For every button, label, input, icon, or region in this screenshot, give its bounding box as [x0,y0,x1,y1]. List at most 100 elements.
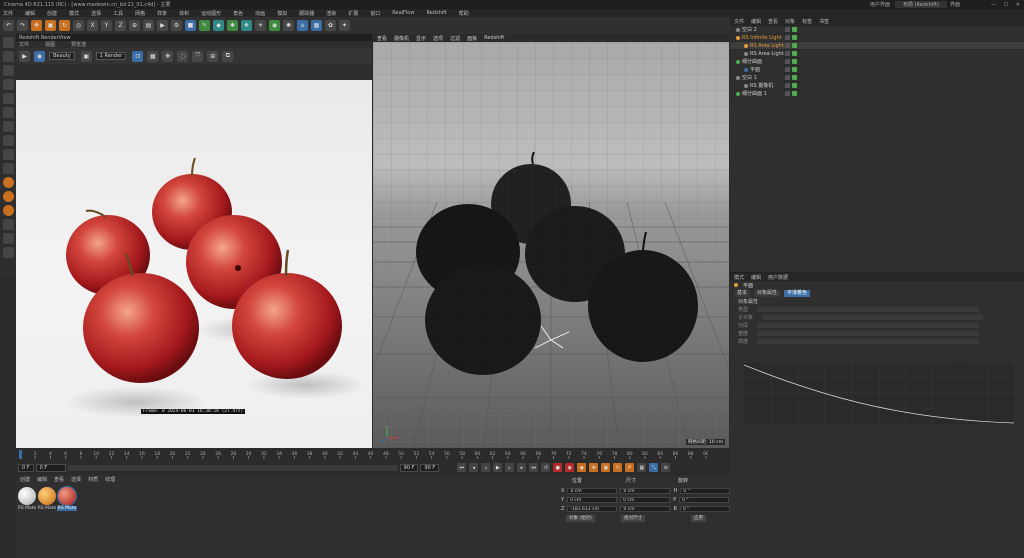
deformer-icon[interactable]: ❖ [241,20,252,31]
menu-spline[interactable]: 样条 [157,10,167,17]
environment-icon[interactable]: ☀ [255,20,266,31]
grid-icon[interactable] [2,247,14,258]
menu-window[interactable]: 窗口 [370,10,380,17]
check-icon[interactable] [792,43,797,48]
key-rotation-icon[interactable]: ↻ [613,463,623,472]
rotation-h-field[interactable]: 0 ° [680,487,731,494]
key-position-icon[interactable]: ✥ [589,463,599,472]
maximize-icon[interactable]: ☐ [1004,2,1008,8]
vp-menu-view[interactable]: 查看 [377,35,387,42]
live-select-icon[interactable]: ◎ [73,20,84,31]
redshift-r-icon[interactable] [2,191,14,202]
layout-select[interactable]: 布局 (Redshift) [895,1,947,8]
visibility-flags[interactable] [785,43,797,48]
timeline-ruler[interactable]: 0246810121416182022242628303234363840424… [18,450,708,459]
visibility-flags[interactable] [785,91,797,96]
object-row[interactable]: RS Area Light 1 [730,42,1024,50]
workplane-icon[interactable]: ▦ [311,20,322,31]
layer-flag-icon[interactable] [785,35,790,40]
scheme-icon[interactable]: ⤡ [649,463,659,472]
coord-system-icon[interactable]: ⊕ [129,20,140,31]
check-icon[interactable] [792,35,797,40]
falloff-curve-graph[interactable] [744,363,1014,425]
end-frame-field-2[interactable]: 90 F [420,463,440,472]
layer-flag-icon[interactable] [785,51,790,56]
keyframe-icon[interactable]: ◆ [577,463,587,472]
key-scale-icon[interactable]: ▣ [601,463,611,472]
object-row[interactable]: RS Infinite Light [730,34,1024,42]
visibility-flags[interactable] [785,35,797,40]
lock-icon[interactable]: ⊡ [132,50,144,62]
mat-menu-select[interactable]: 选择 [71,476,81,483]
check-icon[interactable] [792,75,797,80]
menu-realflow[interactable]: RealFlow [392,10,414,16]
menu-tracker[interactable]: 跟踪器 [299,10,314,17]
layer-flag-icon[interactable] [785,91,790,96]
snapping-icon[interactable] [2,149,14,160]
rotation-b-field[interactable]: 0 ° [679,505,730,512]
render-start-icon[interactable]: ▶ [19,50,30,62]
snapshot-icon[interactable]: ▣ [80,50,92,62]
pen-icon[interactable]: ✎ [199,20,210,31]
play-icon[interactable]: ▶ [493,463,503,472]
next-frame-icon[interactable]: ▹ [505,463,515,472]
attr-field-input[interactable] [758,322,979,328]
tweak-mode-icon[interactable] [2,135,14,146]
region-icon[interactable]: ◌ [177,50,189,62]
goto-start-icon[interactable]: ⏮ [457,463,467,472]
render-view-icon[interactable]: ▤ [143,20,154,31]
axis-y-button[interactable]: Y [101,20,112,31]
uv-mode-icon[interactable] [2,107,14,118]
position-z-field[interactable]: -181.613 cm [567,505,618,512]
visibility-flags[interactable] [785,27,797,32]
loop-icon[interactable]: ↺ [541,463,551,472]
menu-file[interactable]: 文件 [3,10,13,17]
check-icon[interactable] [792,91,797,96]
material-thumbnail-selected[interactable] [57,486,77,506]
menu-extensions[interactable]: 扩展 [348,10,358,17]
subdivision-icon[interactable]: ◆ [213,20,224,31]
python-icon[interactable]: ✿ [325,20,336,31]
vp-menu-redshift[interactable]: Redshift [484,35,504,41]
fit-icon[interactable]: ⤧ [192,50,204,62]
record-icon[interactable]: ● [553,463,563,472]
menu-edit[interactable]: 编辑 [25,10,35,17]
model-mode-icon[interactable] [2,37,14,48]
frame-icon[interactable]: ⧉ [222,50,234,62]
position-y-field[interactable]: 0 cm [567,496,618,503]
visibility-flags[interactable] [785,67,797,72]
solo-icon[interactable] [2,219,14,230]
camera-icon[interactable]: ◉ [269,20,280,31]
vp-menu-options[interactable]: 选项 [433,35,443,42]
menu-tools[interactable]: 工具 [113,10,123,17]
check-icon[interactable] [792,51,797,56]
layer-flag-icon[interactable] [785,67,790,72]
coord-size-mode-select[interactable]: 绝对尺寸 [621,515,645,522]
size-y-field[interactable]: 0 cm [620,496,671,503]
viewport-canvas[interactable]: 网格间距: 10 cm [342,42,760,449]
ipr-icon[interactable]: ◉ [34,50,45,62]
object-row[interactable]: RS Area Light [730,50,1024,58]
timeline-menu-icon[interactable]: ≡ [661,463,671,472]
visibility-flags[interactable] [785,51,797,56]
object-row[interactable]: RS 摄像机 [730,82,1024,90]
redo-icon[interactable]: ↷ [17,20,28,31]
menu-animate[interactable]: 动画 [255,10,265,17]
menu-create[interactable]: 创建 [47,10,57,17]
layer-icon[interactable] [2,233,14,244]
om-menu-object[interactable]: 对象 [785,18,795,25]
prev-key-icon[interactable]: ◂ [469,463,479,472]
object-row[interactable]: 空白 2 [730,26,1024,34]
size-z-field[interactable]: 0 cm [620,505,671,512]
next-key-icon[interactable]: ▸ [517,463,527,472]
menu-character[interactable]: 角色 [233,10,243,17]
end-frame-field[interactable]: 90 F [399,463,419,472]
workplane-icon[interactable] [2,163,14,174]
snap-icon[interactable]: ⌂ [297,20,308,31]
menu-select[interactable]: 选择 [91,10,101,17]
points-mode-icon[interactable] [2,65,14,76]
menu-redshift[interactable]: Redshift [426,10,446,16]
visibility-flags[interactable] [785,59,797,64]
layer-flag-icon[interactable] [785,75,790,80]
attr-field-input[interactable] [758,338,979,344]
